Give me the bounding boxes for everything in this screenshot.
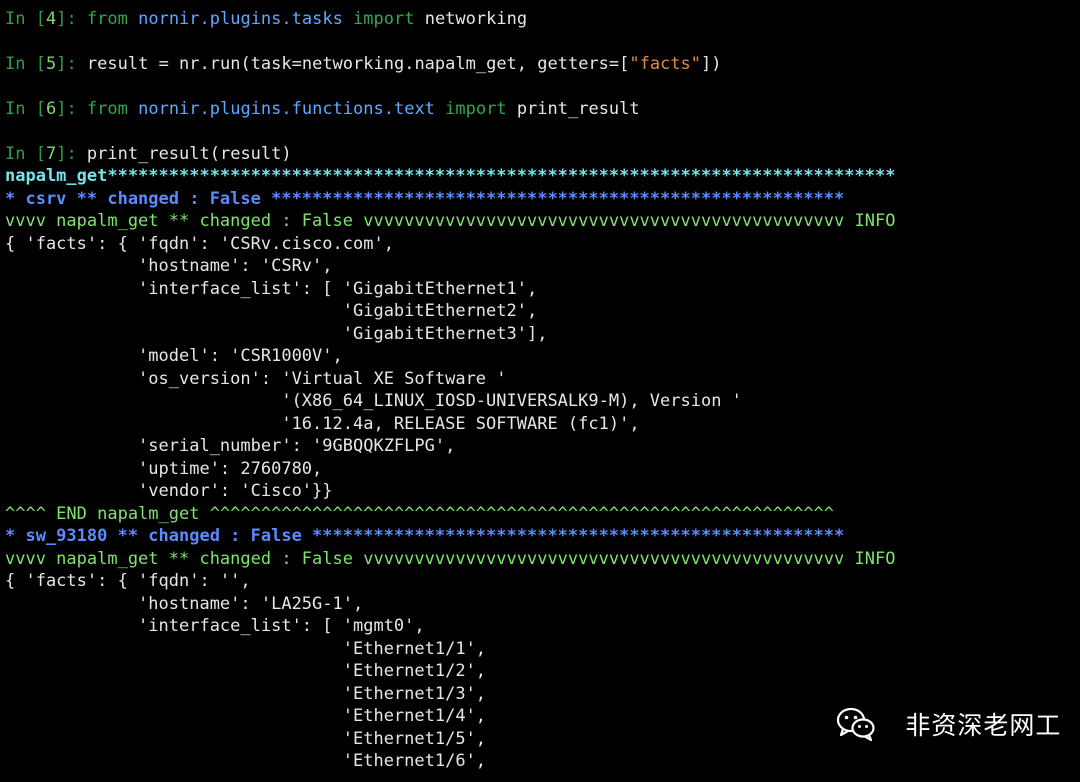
terminal-text-segment: import: [434, 99, 517, 119]
terminal-line: 'GigabitEthernet2',: [5, 300, 537, 322]
terminal-text-segment: from: [86, 9, 139, 29]
terminal-text-segment: * sw_93180 ** changed : False **********…: [5, 526, 845, 546]
terminal-text-segment: result = nr.run(task=networking.napalm_g…: [86, 54, 630, 74]
terminal-text-segment: vvvv napalm_get ** changed : False vvvvv…: [5, 211, 896, 231]
terminal-line: 'hostname': 'LA25G-1',: [5, 593, 363, 615]
terminal-text-segment: ^^^^ END napalm_get ^^^^^^^^^^^^^^^^^^^^…: [5, 504, 835, 524]
terminal-line: 'interface_list': [ 'mgmt0',: [5, 615, 425, 637]
terminal-line: napalm_get******************************…: [5, 165, 895, 187]
terminal-text-segment: In [: [5, 54, 46, 74]
terminal-line: '16.12.4a, RELEASE SOFTWARE (fc1)',: [5, 413, 640, 435]
terminal-line: 'Ethernet1/5',: [5, 728, 486, 750]
terminal-line: 'uptime': 2760780,: [5, 458, 322, 480]
terminal-line: '(X86_64_LINUX_IOSD-UNIVERSALK9-M), Vers…: [5, 390, 742, 412]
terminal-text-segment: 'uptime': 2760780,: [5, 459, 323, 479]
terminal-text-segment: 4: [45, 9, 57, 29]
terminal-line: 'vendor': 'Cisco'}}: [5, 480, 333, 502]
terminal-text-segment: ]:: [56, 54, 87, 74]
terminal-text-segment: print_result: [516, 99, 640, 119]
terminal-text-segment: from: [86, 99, 139, 119]
terminal-line: { 'facts': { 'fqdn': 'CSRv.cisco.com',: [5, 233, 394, 255]
terminal-text-segment: 'Ethernet1/4',: [5, 706, 487, 726]
terminal-text-segment: * csrv ** changed : False **************…: [5, 189, 845, 209]
terminal-text-segment: ]:: [56, 99, 87, 119]
terminal-text-segment: 7: [45, 144, 57, 164]
watermark: 非资深老网工: [836, 702, 1076, 746]
terminal-line: 'os_version': 'Virtual XE Software ': [5, 368, 507, 390]
terminal-line: { 'facts': { 'fqdn': '',: [5, 570, 251, 592]
terminal-text-segment: ]:: [56, 9, 87, 29]
terminal-text-segment: 'interface_list': [ 'GigabitEthernet1',: [5, 279, 538, 299]
terminal-text-segment: 'serial_number': '9GBQQKZFLPG',: [5, 436, 456, 456]
terminal-line: 'model': 'CSR1000V',: [5, 345, 343, 367]
terminal-line: 'Ethernet1/1',: [5, 638, 486, 660]
terminal-line: 'Ethernet1/2',: [5, 660, 486, 682]
terminal-text-segment: 'Ethernet1/5',: [5, 729, 487, 749]
terminal-line: 'serial_number': '9GBQQKZFLPG',: [5, 435, 455, 457]
terminal-line: 'Ethernet1/3',: [5, 683, 486, 705]
terminal-text-segment: '(X86_64_LINUX_IOSD-UNIVERSALK9-M), Vers…: [5, 391, 742, 411]
terminal-text-segment: 'hostname': 'LA25G-1',: [5, 594, 364, 614]
terminal-text-segment: 'os_version': 'Virtual XE Software ': [5, 369, 507, 389]
terminal-text-segment: 6: [45, 99, 57, 119]
terminal-text-segment: ]:: [56, 144, 87, 164]
terminal-text-segment: nornir.plugins.tasks: [138, 9, 343, 29]
terminal-line: * sw_93180 ** changed : False **********…: [5, 525, 844, 547]
terminal-text-segment: 'GigabitEthernet3'],: [5, 324, 548, 344]
terminal-line: 'GigabitEthernet3'],: [5, 323, 548, 345]
terminal-text-segment: In [: [5, 9, 46, 29]
terminal-text-segment: napalm_get******************************…: [5, 166, 896, 186]
terminal-line: * csrv ** changed : False **************…: [5, 188, 844, 210]
terminal-line: ^^^^ END napalm_get ^^^^^^^^^^^^^^^^^^^^…: [5, 503, 834, 525]
terminal-text-segment: 'Ethernet1/1',: [5, 639, 487, 659]
terminal-line: 'hostname': 'CSRv',: [5, 255, 333, 277]
terminal-line: 'Ethernet1/4',: [5, 705, 486, 727]
terminal-text-segment: In [: [5, 99, 46, 119]
terminal-text-segment: "facts": [629, 54, 702, 74]
terminal-text-segment: ]): [701, 54, 722, 74]
terminal-text-segment: 'interface_list': [ 'mgmt0',: [5, 616, 425, 636]
terminal-text-segment: networking: [424, 9, 528, 29]
terminal-text-segment: import: [342, 9, 425, 29]
terminal-text-segment: print_result(result): [86, 144, 292, 164]
terminal-line: In [5]: result = nr.run(task=networking.…: [5, 53, 722, 75]
terminal-text-segment: In [: [5, 144, 46, 164]
terminal-line: 'Ethernet1/6',: [5, 750, 486, 772]
terminal-text-segment: { 'facts': { 'fqdn': 'CSRv.cisco.com',: [5, 234, 394, 254]
terminal-line: vvvv napalm_get ** changed : False vvvvv…: [5, 210, 895, 232]
terminal-line: In [6]: from nornir.plugins.functions.te…: [5, 98, 640, 120]
terminal-text-segment: 'Ethernet1/2',: [5, 661, 487, 681]
terminal-line: In [4]: from nornir.plugins.tasks import…: [5, 8, 527, 30]
terminal-text-segment: 'vendor': 'Cisco'}}: [5, 481, 333, 501]
terminal-line: In [7]: print_result(result): [5, 143, 292, 165]
terminal-text-segment: 'hostname': 'CSRv',: [5, 256, 333, 276]
wechat-icon: [836, 666, 897, 782]
terminal-line: 'interface_list': [ 'GigabitEthernet1',: [5, 278, 537, 300]
terminal-text-segment: 'Ethernet1/3',: [5, 684, 487, 704]
terminal-line: vvvv napalm_get ** changed : False vvvvv…: [5, 548, 895, 570]
terminal-text-segment: nornir.plugins.functions.text: [138, 99, 435, 119]
terminal-text-segment: { 'facts': { 'fqdn': '',: [5, 571, 251, 591]
terminal-text-segment: '16.12.4a, RELEASE SOFTWARE (fc1)',: [5, 414, 640, 434]
terminal-window[interactable]: In [4]: from nornir.plugins.tasks import…: [0, 0, 1080, 772]
terminal-text-segment: 5: [45, 54, 57, 74]
terminal-text-segment: 'GigabitEthernet2',: [5, 301, 538, 321]
terminal-text-segment: 'model': 'CSR1000V',: [5, 346, 343, 366]
watermark-text: 非资深老网工: [905, 711, 1062, 740]
terminal-text-segment: vvvv napalm_get ** changed : False vvvvv…: [5, 549, 896, 569]
terminal-text-segment: 'Ethernet1/6',: [5, 751, 487, 771]
